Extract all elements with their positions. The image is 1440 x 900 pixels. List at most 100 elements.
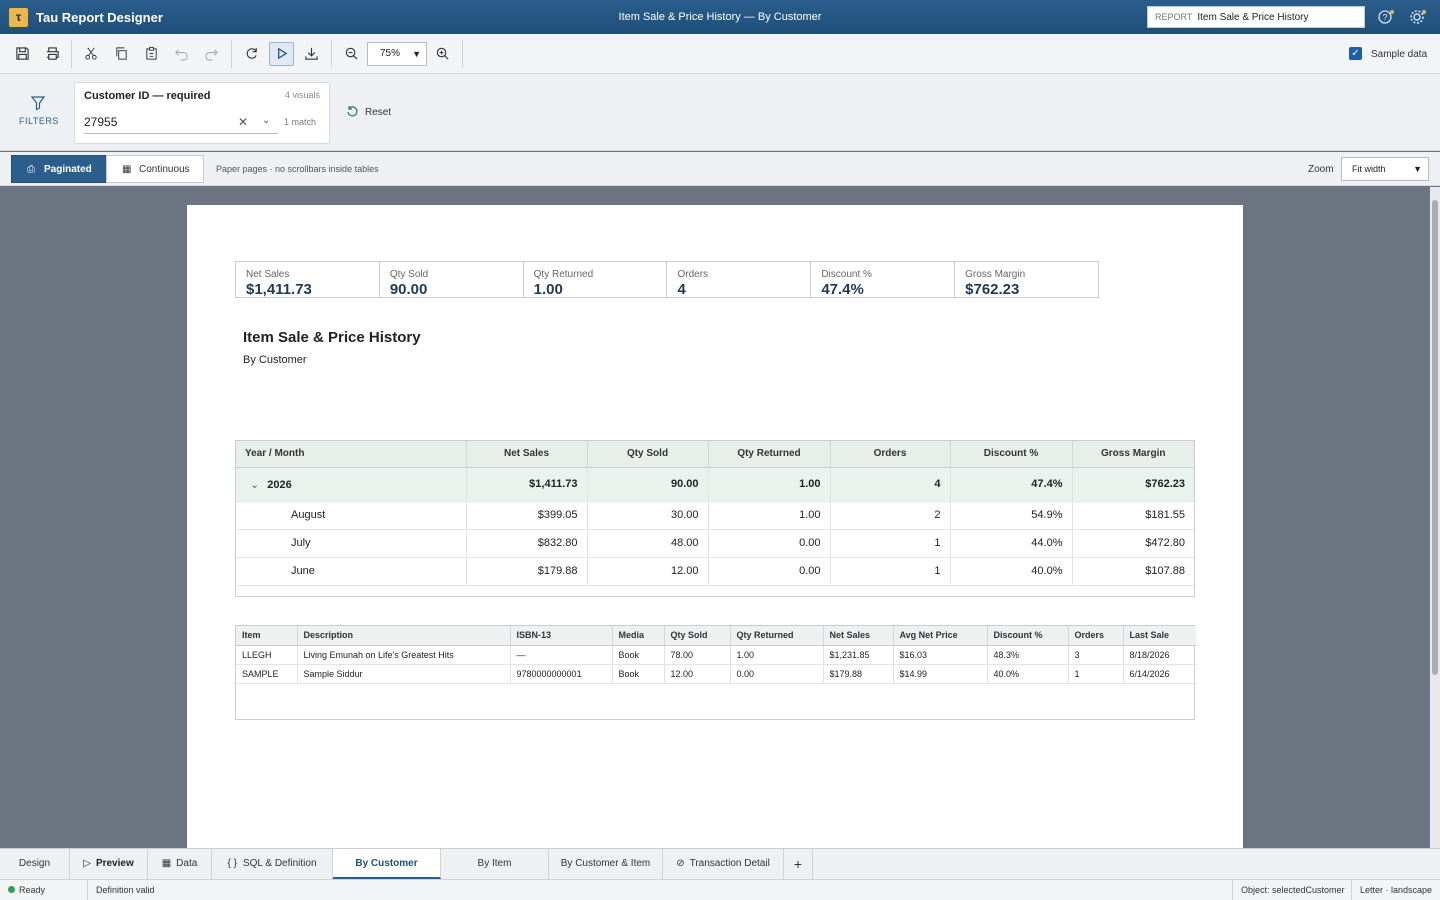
table-cell: 1.00 (708, 501, 831, 530)
copy-icon[interactable] (110, 43, 132, 65)
help-icon[interactable]: ? (1377, 8, 1395, 26)
add-tab-button[interactable]: + (784, 849, 813, 879)
report-selector[interactable]: REPORT Item Sale & Price History (1147, 6, 1365, 28)
group-cell[interactable]: ⌄ 2026 (236, 467, 467, 502)
table-cell: 1 (830, 557, 951, 586)
column-header[interactable]: Gross Margin (1072, 441, 1194, 468)
group-row[interactable]: ⌄ 2026 $1,411.73 90.00 1.00 4 47.4% $762.… (236, 467, 1194, 502)
column-header[interactable]: Avg Net Price (893, 626, 988, 646)
filter-icon[interactable] (30, 95, 46, 114)
app-logo: τ (9, 8, 28, 27)
print-icon[interactable] (41, 43, 63, 65)
cut-icon[interactable] (80, 43, 102, 65)
hidden-eye-icon: ⊘ (676, 858, 685, 869)
table-row: SAMPLE Sample Siddur 9780000000001 Book … (236, 664, 1196, 684)
sample-data-checkbox[interactable]: ✓ (1349, 47, 1362, 60)
column-header[interactable]: Discount % (950, 441, 1073, 468)
continuous-button[interactable]: ▦ Continuous (106, 155, 204, 183)
status-ready: Ready (19, 885, 46, 895)
fit-zoom-select[interactable]: Fit width ▼ (1341, 157, 1429, 181)
table-cell: $1,231.85 (823, 645, 894, 665)
table-cell: $762.23 (1072, 467, 1194, 502)
kpi-value: $1,411.73 (246, 281, 312, 297)
detail-header-row: Item Description ISBN-13 Media Qty Sold … (236, 626, 1196, 646)
status-dot (8, 886, 15, 893)
column-header[interactable]: Year / Month (236, 441, 467, 468)
column-header[interactable]: Qty Returned (730, 626, 824, 646)
gear-icon[interactable] (1409, 8, 1427, 26)
table-cell: 12.00 (664, 664, 731, 684)
filters-label[interactable]: FILTERS (19, 116, 59, 126)
column-header[interactable]: Media (612, 626, 665, 646)
tab-label: Transaction Detail (689, 858, 770, 869)
column-header[interactable]: Discount % (987, 626, 1069, 646)
column-header[interactable]: Description (297, 626, 511, 646)
column-header[interactable]: Net Sales (823, 626, 894, 646)
paste-icon[interactable] (140, 43, 162, 65)
run-preview-button[interactable] (269, 42, 294, 66)
reset-button[interactable]: Reset (365, 107, 391, 118)
zoom-label: Zoom (1308, 164, 1334, 175)
table-row: July $832.80 48.00 0.00 1 44.0% $472.80 (236, 529, 1194, 558)
scrollbar-thumb[interactable] (1432, 200, 1438, 675)
table-cell: 47.4% (950, 467, 1073, 502)
kpi-card: Qty Sold 90.00 (380, 262, 524, 297)
column-header[interactable]: Orders (1068, 626, 1124, 646)
zoom-select[interactable]: 75% ▼ (367, 42, 427, 66)
table-cell: $472.80 (1072, 529, 1194, 558)
table-cell: 0.00 (730, 664, 824, 684)
detail-table: Item Description ISBN-13 Media Qty Sold … (235, 625, 1196, 720)
column-header[interactable]: Qty Returned (708, 441, 831, 468)
table-cell: $107.88 (1072, 557, 1194, 586)
column-header[interactable]: Qty Sold (664, 626, 731, 646)
table-cell: $181.55 (1072, 501, 1194, 530)
table-icon: ▦ (161, 858, 172, 869)
table-cell: June (236, 557, 467, 586)
tab-data[interactable]: ▦ Data (148, 849, 212, 879)
table-cell: 9780000000001 (510, 664, 613, 684)
undo-icon[interactable] (170, 43, 192, 65)
table-cell: $14.99 (893, 664, 988, 684)
tab-transaction-detail[interactable]: ⊘ Transaction Detail (663, 849, 784, 879)
kpi-card: Qty Returned 1.00 (524, 262, 668, 297)
chevron-down-icon[interactable]: ⌄ (262, 115, 270, 126)
chevron-down-icon[interactable]: ⌄ (250, 479, 259, 491)
redo-icon[interactable] (200, 43, 222, 65)
table-row: LLEGH Living Emunah on Life's Greatest H… (236, 645, 1196, 665)
download-icon[interactable] (300, 43, 322, 65)
table-cell: Book (612, 664, 665, 684)
column-header[interactable]: Orders (830, 441, 951, 468)
input-underline (84, 133, 278, 134)
kpi-value: 1.00 (533, 281, 563, 297)
status-object: Object: selectedCustomer (1241, 885, 1345, 895)
zoom-in-icon[interactable] (431, 43, 453, 65)
tab-by-item[interactable]: By Item (441, 849, 549, 879)
tab-label: By Customer & Item (560, 858, 651, 869)
zoom-out-icon[interactable] (340, 43, 362, 65)
tab-by-customer-item[interactable]: By Customer & Item (549, 849, 663, 879)
tab-design[interactable]: Design (0, 849, 70, 879)
kpi-label: Qty Sold (389, 269, 429, 280)
status-bar (0, 879, 1440, 900)
kpi-label: Gross Margin (965, 269, 1026, 280)
continuous-label: Continuous (139, 164, 190, 175)
table-cell: 0.00 (708, 529, 831, 558)
kpi-card: Net Sales $1,411.73 (236, 262, 380, 297)
clear-icon[interactable]: ✕ (238, 115, 248, 129)
customer-id-input[interactable]: 27955 (84, 115, 117, 129)
reset-icon[interactable] (346, 105, 359, 121)
save-icon[interactable] (11, 43, 33, 65)
column-header[interactable]: ISBN-13 (510, 626, 613, 646)
tab-sql-definition[interactable]: { } SQL & Definition (212, 849, 333, 879)
tab-by-customer[interactable]: By Customer (333, 849, 441, 879)
kpi-value: 90.00 (389, 281, 428, 297)
column-header[interactable]: Last Sale (1123, 626, 1196, 646)
visuals-count: 4 visuals (285, 90, 321, 100)
refresh-icon[interactable] (240, 43, 262, 65)
svg-text:?: ? (1382, 13, 1387, 23)
paginated-button[interactable]: ⎙ Paginated (11, 155, 107, 183)
tab-preview[interactable]: ▷ Preview (70, 849, 148, 879)
column-header[interactable]: Net Sales (466, 441, 588, 468)
column-header[interactable]: Qty Sold (587, 441, 709, 468)
column-header[interactable]: Item (236, 626, 298, 646)
